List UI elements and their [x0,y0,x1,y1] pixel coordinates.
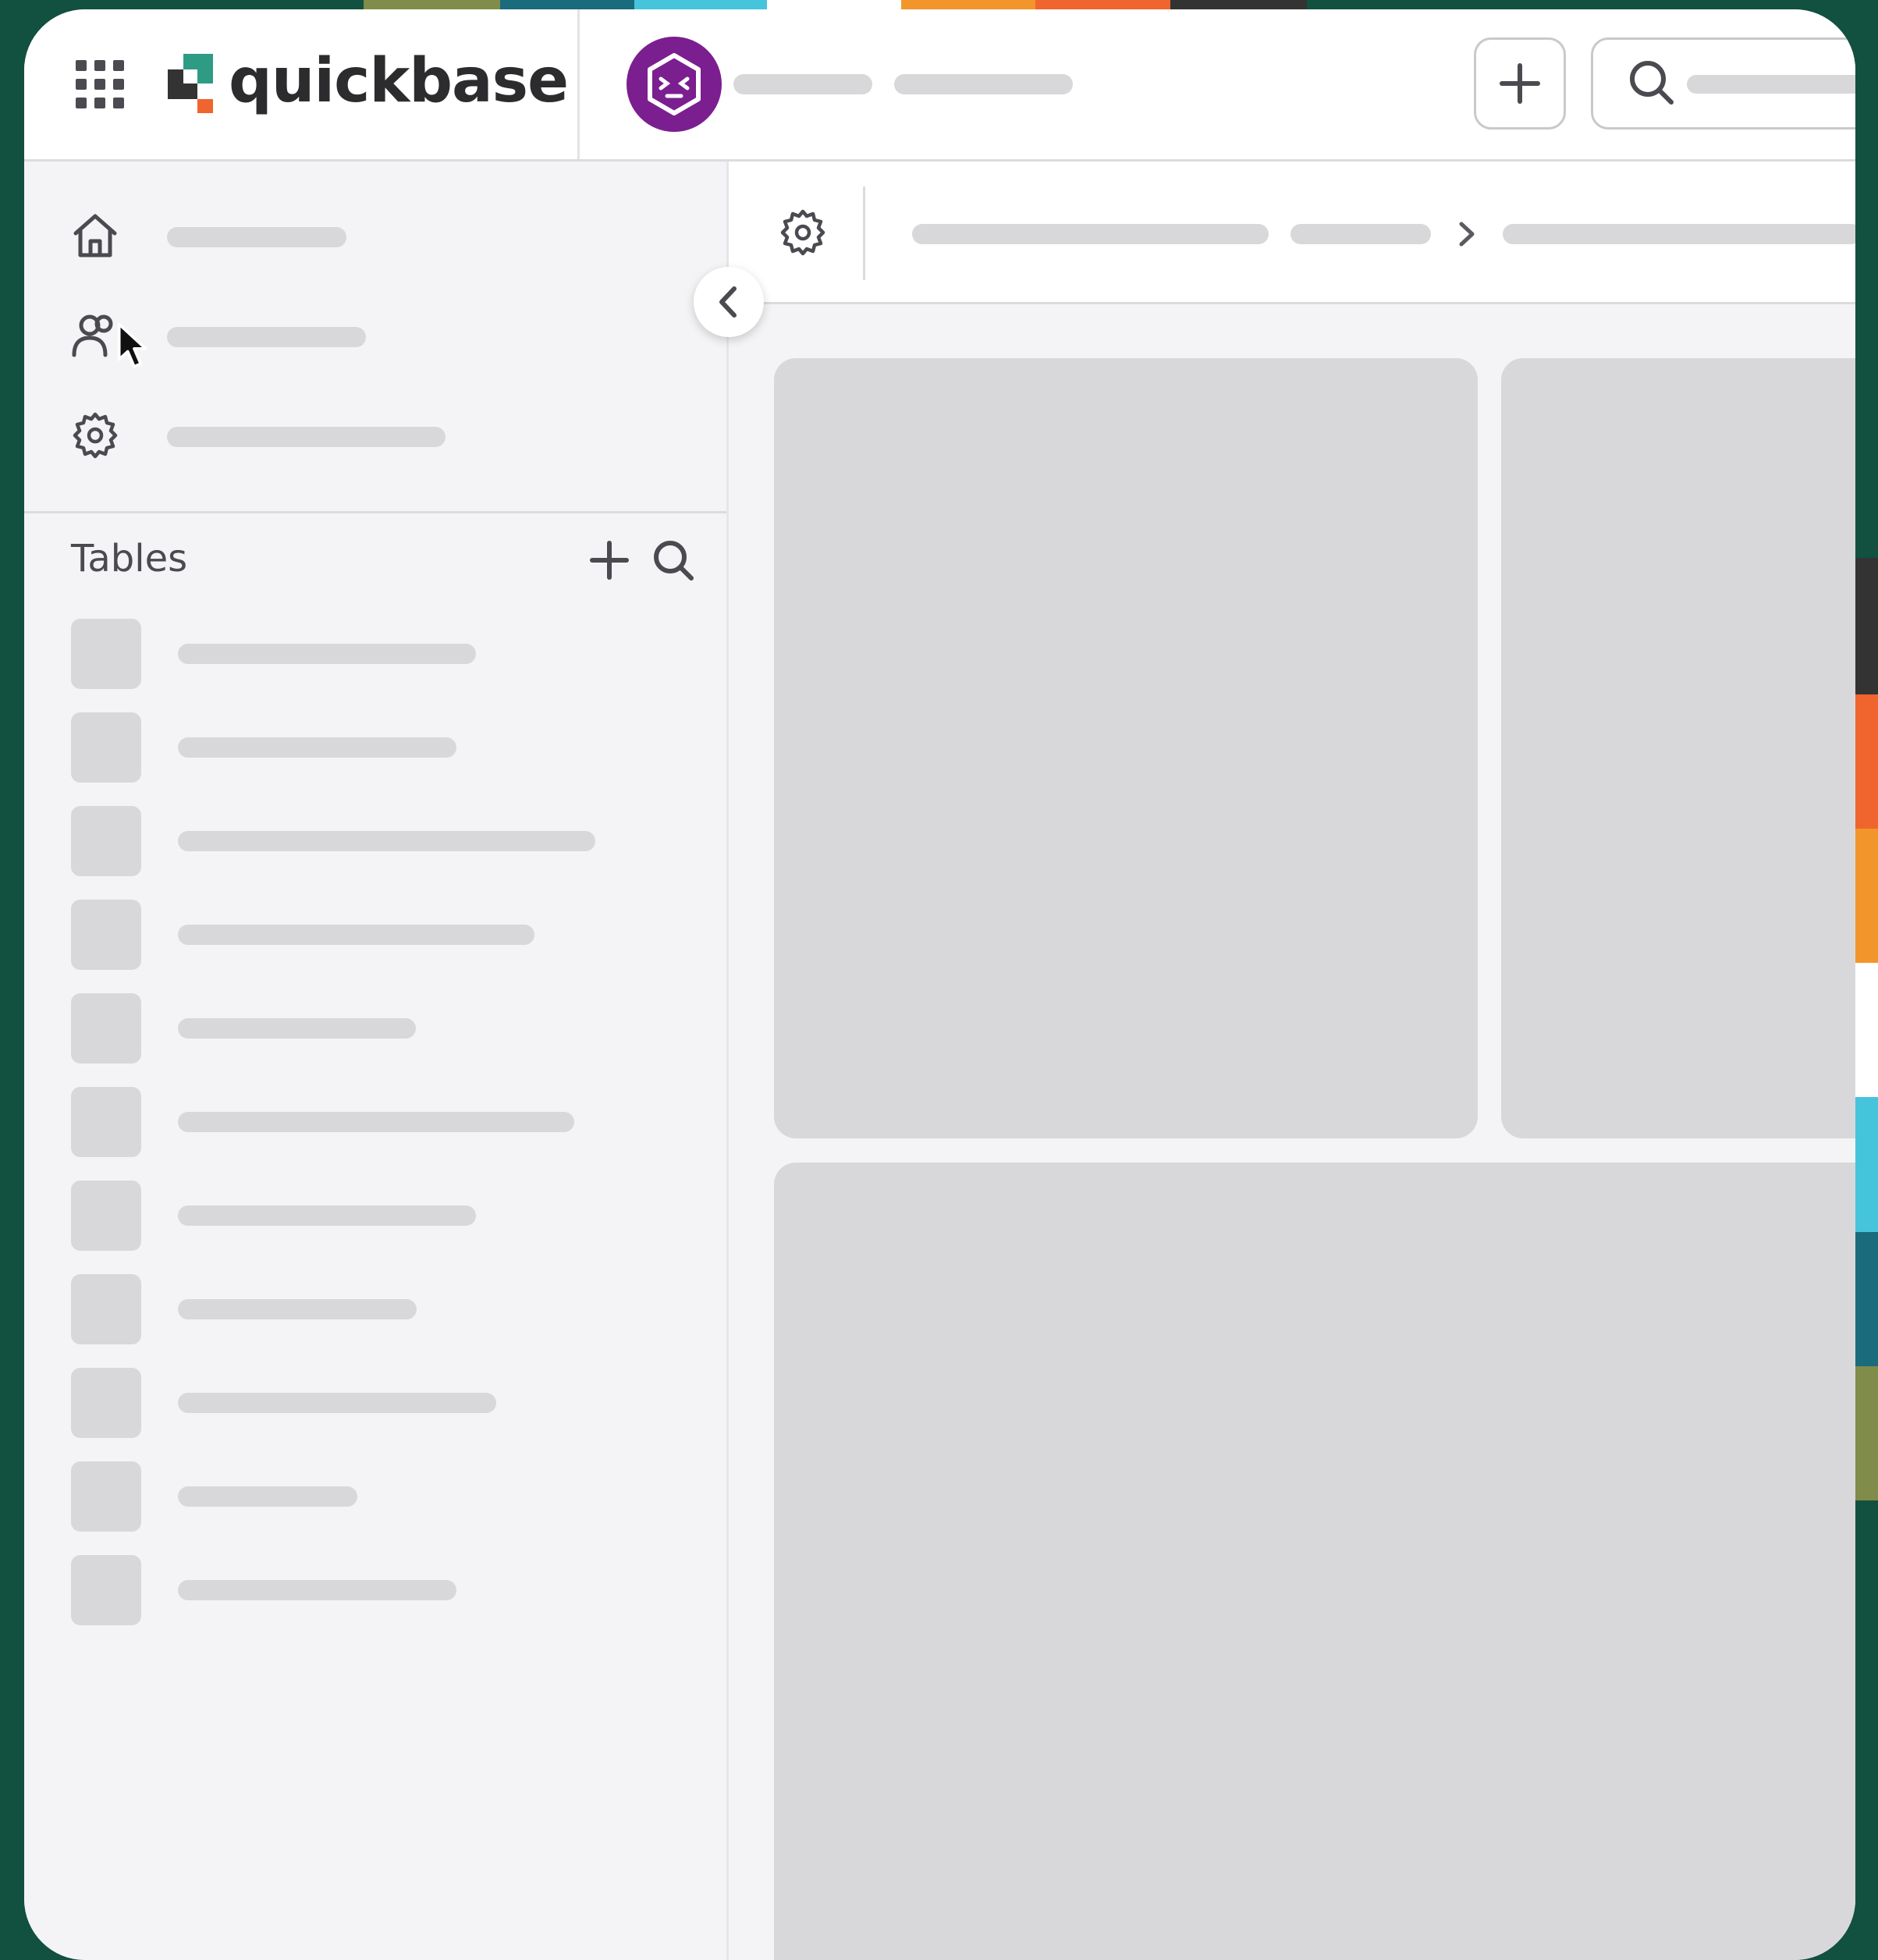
breadcrumb-item-placeholder[interactable] [1290,224,1431,244]
table-name-placeholder [178,1112,574,1132]
table-icon [71,619,141,689]
table-item[interactable] [71,900,680,970]
table-icon [71,1461,141,1532]
table-icon [71,1274,141,1344]
gear-icon [73,412,118,459]
table-item[interactable] [71,1274,680,1344]
table-name-placeholder [178,1018,416,1039]
table-name-placeholder [178,831,595,851]
brand-name[interactable]: quickbase [229,42,569,120]
chevron-right-icon [1459,222,1475,247]
table-icon [71,1087,141,1157]
dashboard-widget-placeholder [774,1163,1855,1960]
app-name-placeholder [733,74,872,94]
table-name-placeholder [178,1393,496,1413]
breadcrumb-item-placeholder[interactable] [912,224,1269,244]
main-content [729,162,1855,1960]
table-item[interactable] [71,806,680,876]
table-icon [71,1555,141,1625]
sidebar-item-settings[interactable] [63,408,446,463]
gear-icon[interactable] [777,207,829,258]
tables-heading: Tables [71,537,188,581]
table-name-placeholder [178,1580,456,1600]
table-item[interactable] [71,1555,680,1625]
table-icon [71,900,141,970]
divider [863,186,865,280]
table-name-placeholder [178,1205,476,1226]
table-icon [71,712,141,783]
mouse-cursor-icon [117,322,147,368]
table-icon [71,993,141,1063]
apps-grid-icon[interactable] [76,60,124,108]
search-placeholder [1687,75,1855,94]
table-name-placeholder [178,1486,357,1507]
plus-icon [1500,63,1540,104]
table-item[interactable] [71,712,680,783]
app-icon[interactable] [627,37,722,132]
sidebar: Tables [24,162,729,1960]
table-item[interactable] [71,993,680,1063]
search-icon [1630,61,1674,105]
top-bar: quickbase [24,9,1855,162]
table-icon [71,1368,141,1438]
divider [577,9,580,159]
users-icon [72,314,113,357]
table-item[interactable] [71,1087,680,1157]
plus-icon[interactable] [586,537,633,584]
table-item[interactable] [71,619,680,689]
table-name-placeholder [178,737,456,758]
table-item[interactable] [71,1368,680,1438]
app-subtitle-placeholder [894,74,1073,94]
nav-label-placeholder [167,227,346,247]
quickbase-logo-icon[interactable] [168,54,213,113]
home-icon [73,214,117,257]
global-search-input[interactable] [1591,37,1855,130]
nav-label-placeholder [167,327,366,347]
dashboard-widget-placeholder [1501,358,1855,1138]
sidebar-item-users[interactable] [63,308,375,363]
search-icon[interactable] [650,537,697,584]
table-icon [71,806,141,876]
table-name-placeholder [178,925,534,945]
nav-label-placeholder [167,427,446,447]
breadcrumb-item-placeholder[interactable] [1503,224,1855,244]
table-name-placeholder [178,1299,417,1319]
collapse-sidebar-button[interactable] [694,267,764,337]
add-button[interactable] [1474,37,1566,130]
table-icon [71,1181,141,1251]
dashboard-widget-placeholder [774,358,1478,1138]
sidebar-item-home[interactable] [63,208,375,263]
cube-app-icon [648,53,701,115]
breadcrumb-bar [729,162,1855,304]
chevron-left-icon [719,286,737,318]
app-window: quickbase Tables [24,9,1855,1960]
table-name-placeholder [178,644,476,664]
divider [24,511,726,513]
table-item[interactable] [71,1181,680,1251]
table-item[interactable] [71,1461,680,1532]
